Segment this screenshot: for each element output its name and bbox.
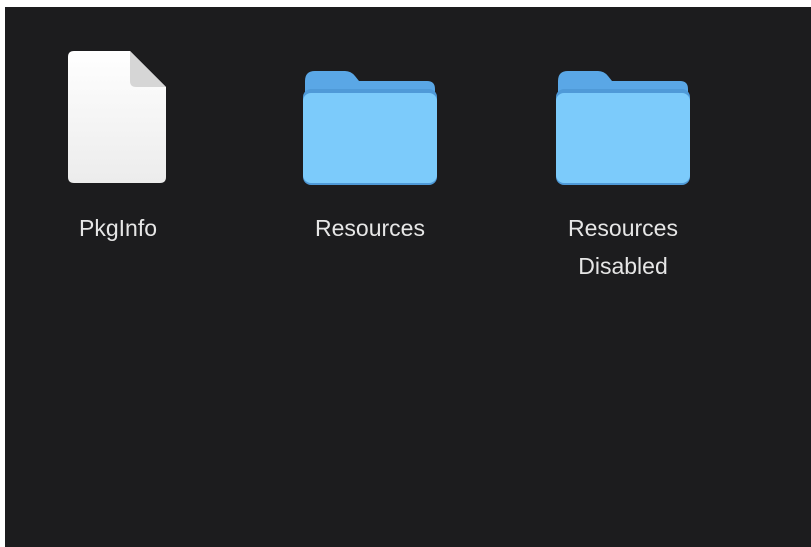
folder-icon: [533, 45, 713, 185]
finder-window: PkgInfo Resources Resources Disabled: [5, 7, 811, 547]
folder-item-resources-disabled[interactable]: Resources Disabled: [533, 45, 713, 285]
folder-item-resources[interactable]: Resources: [280, 45, 460, 247]
folder-icon: [280, 45, 460, 185]
file-label: PkgInfo: [79, 215, 157, 241]
file-label: Resources Disabled: [568, 215, 678, 279]
document-icon: [28, 45, 208, 185]
file-label: Resources: [315, 215, 425, 241]
file-item-pkginfo[interactable]: PkgInfo: [28, 45, 208, 247]
